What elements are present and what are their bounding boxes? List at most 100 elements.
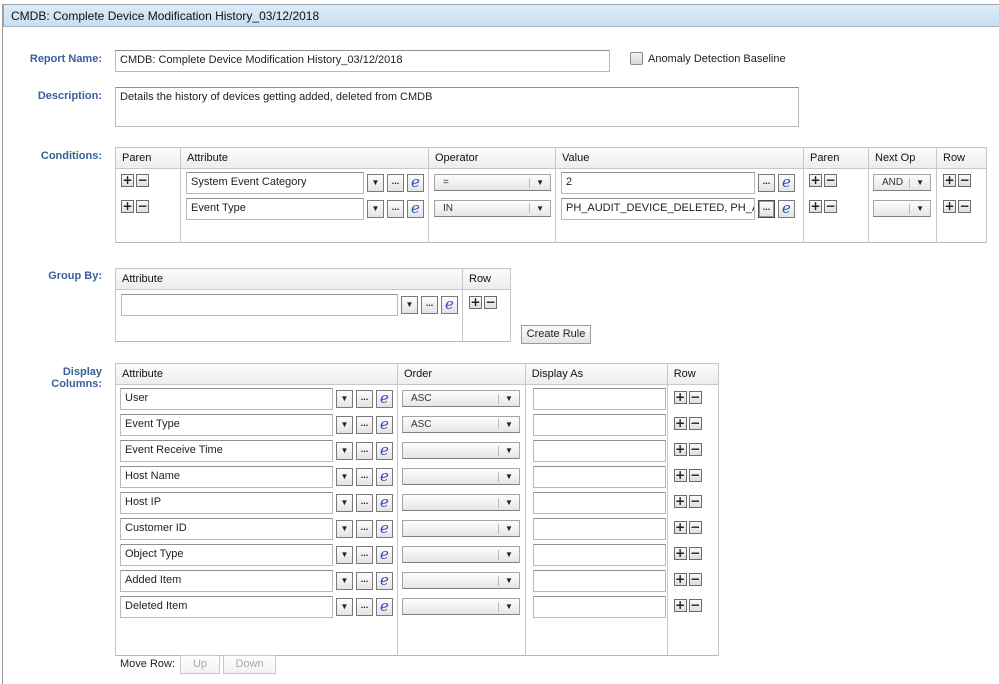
remove-row-icon[interactable]: − xyxy=(824,174,837,187)
remove-row-icon[interactable]: − xyxy=(688,494,702,508)
dropdown-icon[interactable]: ▼ xyxy=(336,519,353,538)
condition-operator-select[interactable]: = ▼ xyxy=(434,174,551,191)
add-row-icon[interactable]: + xyxy=(673,468,687,482)
expression-icon[interactable]: e xyxy=(376,597,393,616)
display-attribute-input[interactable]: Customer ID xyxy=(120,517,333,540)
ellipsis-icon[interactable]: ... xyxy=(356,441,373,460)
expression-icon[interactable]: e xyxy=(376,545,393,564)
add-row-icon[interactable]: + xyxy=(943,174,956,187)
ellipsis-icon[interactable]: ... xyxy=(356,519,373,538)
remove-row-icon[interactable]: − xyxy=(958,174,971,187)
add-row-icon[interactable]: + xyxy=(673,520,687,534)
add-row-icon[interactable]: + xyxy=(121,199,134,213)
ellipsis-icon[interactable]: ... xyxy=(758,174,775,192)
description-input[interactable]: Details the history of devices getting a… xyxy=(115,87,799,127)
display-attribute-input[interactable]: Added Item xyxy=(120,569,333,592)
remove-row-icon[interactable]: − xyxy=(688,391,702,404)
remove-row-icon[interactable]: − xyxy=(136,174,149,187)
remove-row-icon[interactable]: − xyxy=(688,598,702,612)
expression-icon[interactable]: e xyxy=(441,296,458,314)
expression-icon[interactable]: e xyxy=(376,571,393,590)
ellipsis-icon[interactable]: ... xyxy=(356,597,373,616)
dropdown-icon[interactable]: ▼ xyxy=(367,174,384,192)
condition-next-op-select[interactable]: AND ▼ xyxy=(873,174,931,191)
display-order-select[interactable]: ▼ xyxy=(401,572,520,589)
display-as-input[interactable] xyxy=(532,388,666,410)
dropdown-icon[interactable]: ▼ xyxy=(367,199,384,218)
ellipsis-icon[interactable]: ... xyxy=(421,296,438,314)
display-as-input[interactable] xyxy=(532,491,666,514)
display-attribute-input[interactable]: Object Type xyxy=(120,543,333,566)
condition-attribute-input[interactable]: System Event Category xyxy=(186,172,364,194)
display-as-input[interactable] xyxy=(532,465,666,488)
remove-row-icon[interactable]: − xyxy=(688,520,702,534)
dropdown-icon[interactable]: ▼ xyxy=(336,571,353,590)
dropdown-icon[interactable]: ▼ xyxy=(401,296,418,314)
remove-row-icon[interactable]: − xyxy=(136,199,149,213)
add-row-icon[interactable]: + xyxy=(673,416,687,430)
display-order-select[interactable]: ▼ xyxy=(401,546,520,563)
display-order-select[interactable]: ▼ xyxy=(401,442,520,459)
display-attribute-input[interactable]: User xyxy=(120,388,333,410)
add-row-icon[interactable]: + xyxy=(673,546,687,560)
ellipsis-icon[interactable]: ... xyxy=(356,415,373,434)
add-row-icon[interactable]: + xyxy=(673,442,687,456)
display-order-select[interactable]: ▼ xyxy=(401,598,520,615)
remove-row-icon[interactable]: − xyxy=(688,546,702,560)
add-row-icon[interactable]: + xyxy=(673,572,687,586)
dropdown-icon[interactable]: ▼ xyxy=(336,441,353,460)
expression-icon[interactable]: e xyxy=(376,519,393,538)
create-rule-button[interactable]: Create Rule xyxy=(521,325,591,344)
ellipsis-icon[interactable]: ... xyxy=(387,199,404,218)
add-row-icon[interactable]: + xyxy=(121,174,134,187)
dropdown-icon[interactable]: ▼ xyxy=(336,545,353,564)
display-order-select[interactable]: ASC ▼ xyxy=(401,415,520,433)
add-row-icon[interactable]: + xyxy=(673,494,687,508)
expression-icon[interactable]: e xyxy=(376,441,393,460)
dropdown-icon[interactable]: ▼ xyxy=(336,493,353,512)
remove-row-icon[interactable]: − xyxy=(688,468,702,482)
remove-row-icon[interactable]: − xyxy=(688,416,702,430)
add-row-icon[interactable]: + xyxy=(943,199,956,213)
add-row-icon[interactable]: + xyxy=(809,199,822,213)
condition-operator-select[interactable]: IN ▼ xyxy=(434,199,551,217)
display-attribute-input[interactable]: Deleted Item xyxy=(120,595,333,618)
display-as-input[interactable] xyxy=(532,595,666,618)
ellipsis-icon[interactable]: ... xyxy=(356,571,373,590)
ellipsis-icon[interactable]: ... xyxy=(356,467,373,486)
condition-attribute-input[interactable]: Event Type xyxy=(186,197,364,220)
display-as-input[interactable] xyxy=(532,517,666,540)
condition-value-input[interactable]: 2 xyxy=(561,172,755,194)
group-by-attribute-input[interactable] xyxy=(121,294,398,316)
display-attribute-input[interactable]: Event Receive Time xyxy=(120,439,333,462)
dropdown-icon[interactable]: ▼ xyxy=(336,597,353,616)
display-attribute-input[interactable]: Host IP xyxy=(120,491,333,514)
dropdown-icon[interactable]: ▼ xyxy=(336,415,353,434)
ellipsis-icon[interactable]: ... xyxy=(387,174,404,192)
ellipsis-icon[interactable]: ... xyxy=(758,199,775,218)
expression-icon[interactable]: e xyxy=(778,199,795,218)
display-order-select[interactable]: ▼ xyxy=(401,468,520,485)
display-attribute-input[interactable]: Event Type xyxy=(120,413,333,436)
display-as-input[interactable] xyxy=(532,543,666,566)
remove-row-icon[interactable]: − xyxy=(688,572,702,586)
display-as-input[interactable] xyxy=(532,569,666,592)
display-order-select[interactable]: ▼ xyxy=(401,494,520,511)
expression-icon[interactable]: e xyxy=(376,467,393,486)
remove-row-icon[interactable]: − xyxy=(958,199,971,213)
ellipsis-icon[interactable]: ... xyxy=(356,390,373,408)
move-down-button[interactable]: Down xyxy=(223,655,276,674)
add-row-icon[interactable]: + xyxy=(673,598,687,612)
expression-icon[interactable]: e xyxy=(376,493,393,512)
remove-row-icon[interactable]: − xyxy=(824,199,837,213)
expression-icon[interactable]: e xyxy=(778,174,795,192)
dropdown-icon[interactable]: ▼ xyxy=(336,390,353,408)
remove-row-icon[interactable]: − xyxy=(484,296,497,309)
ellipsis-icon[interactable]: ... xyxy=(356,545,373,564)
display-as-input[interactable] xyxy=(532,413,666,436)
expression-icon[interactable]: e xyxy=(376,415,393,434)
move-up-button[interactable]: Up xyxy=(180,655,220,674)
display-as-input[interactable] xyxy=(532,439,666,462)
condition-value-input[interactable]: PH_AUDIT_DEVICE_DELETED, PH_AUDIT_ xyxy=(561,197,755,220)
display-order-select[interactable]: ▼ xyxy=(401,520,520,537)
